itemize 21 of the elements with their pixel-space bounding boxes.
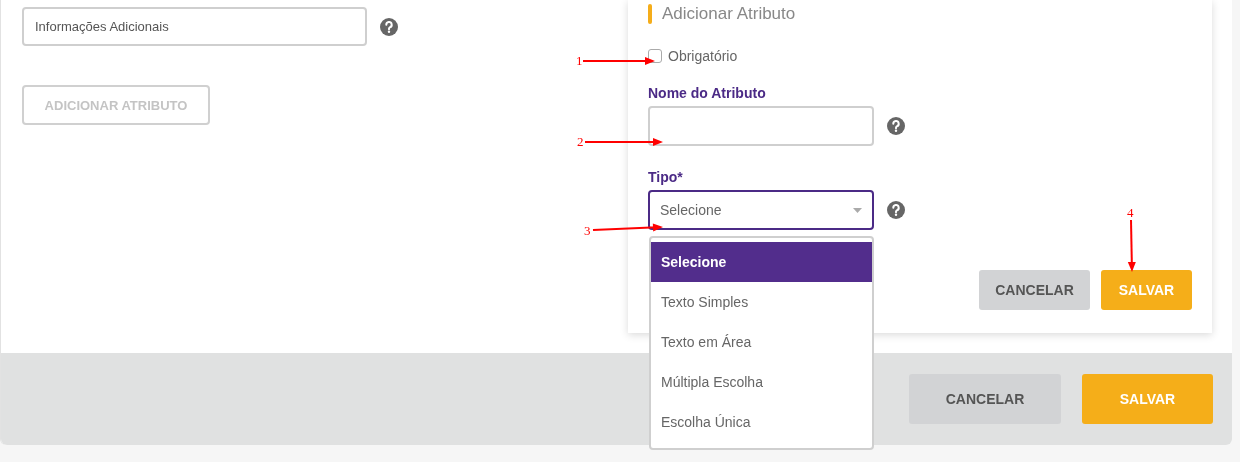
caret-icon: [853, 207, 862, 213]
checkbox-label: Obrigatório: [668, 48, 738, 64]
dropdown-option[interactable]: Selecione: [651, 242, 872, 282]
cancel-button[interactable]: CANCELAR: [909, 374, 1061, 424]
help-icon[interactable]: [380, 17, 398, 36]
field-label: Tipo*: [648, 169, 684, 185]
annotation-number: 4: [1127, 206, 1134, 219]
help-icon[interactable]: [887, 117, 905, 135]
annotation-arrow: [592, 223, 663, 232]
annotation-arrow: [1127, 219, 1136, 272]
cancel-button[interactable]: CANCELAR: [979, 270, 1090, 310]
annotation-number: 3: [584, 224, 591, 237]
name-input-field[interactable]: [648, 106, 874, 146]
help-icon[interactable]: [887, 201, 905, 219]
text-field[interactable]: Informações Adicionais: [22, 7, 367, 46]
panel-title: Adicionar Atributo: [662, 4, 796, 24]
title-accent-bar: [648, 4, 652, 24]
checkbox[interactable]: [648, 49, 662, 63]
annotation-number: 2: [577, 135, 584, 148]
field-label: Nome do Atributo: [648, 85, 767, 101]
annotation-number: 1: [576, 54, 583, 67]
